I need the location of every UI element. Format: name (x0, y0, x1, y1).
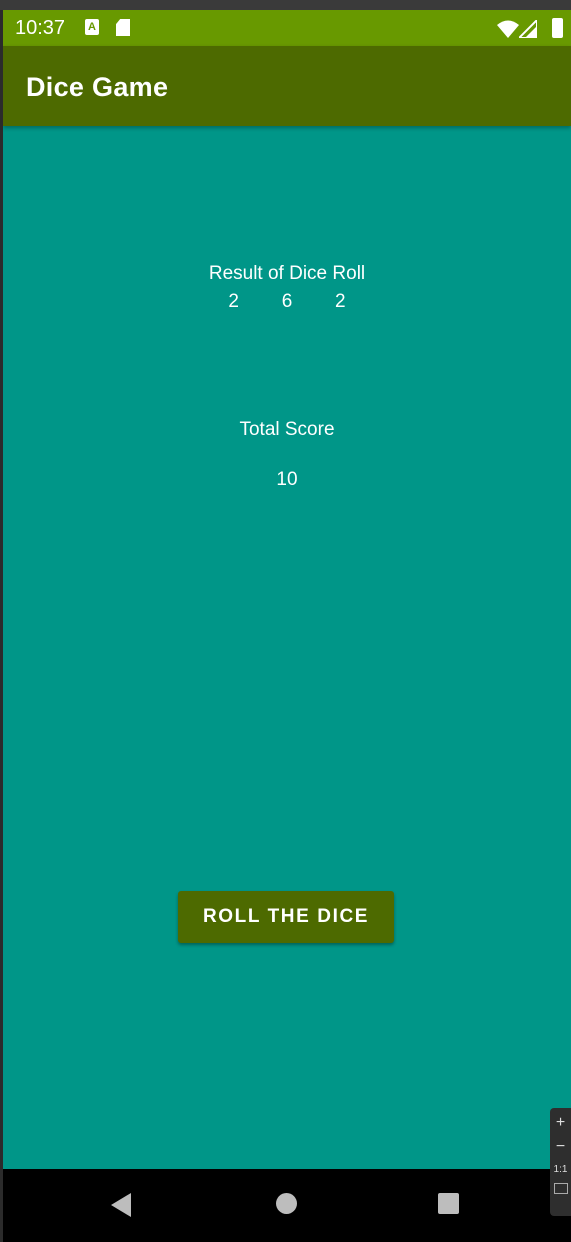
total-score-value: 10 (276, 469, 298, 490)
app-bar: Dice Game (3, 46, 571, 126)
wifi-icon (497, 20, 519, 38)
total-score-title: Total Score (239, 419, 335, 440)
zoom-ratio-button[interactable]: 1:1 (550, 1164, 571, 1175)
a-app-icon: A (85, 19, 99, 35)
dice-results: 2 6 2 (3, 291, 571, 313)
back-icon[interactable] (111, 1193, 131, 1217)
recents-icon[interactable] (438, 1193, 459, 1214)
app-title: Dice Game (26, 72, 169, 102)
zoom-in-button[interactable]: + (550, 1114, 571, 1132)
die-3-value: 2 (334, 291, 346, 312)
emulator-top-strip (0, 0, 571, 10)
signal-icon (519, 20, 537, 38)
fit-screen-icon[interactable] (553, 1183, 568, 1194)
status-bar: 10:37 A (3, 10, 571, 46)
roll-the-dice-button[interactable]: ROLL THE DICE (178, 891, 394, 943)
zoom-out-button[interactable]: − (550, 1138, 571, 1156)
die-2-value: 6 (281, 291, 293, 312)
emulator-zoom-panel: + − 1:1 (550, 1108, 571, 1216)
navigation-bar (3, 1169, 571, 1242)
die-1-value: 2 (228, 291, 239, 312)
status-time: 10:37 (15, 17, 66, 39)
phone-screen: 10:37 A Dice Game Result of Dice Roll 2 … (3, 10, 571, 1242)
battery-icon (552, 18, 563, 38)
result-title: Result of Dice Roll (208, 263, 366, 284)
sd-card-icon (116, 19, 130, 36)
main-content: Result of Dice Roll 2 6 2 Total Score 10… (3, 126, 571, 1169)
home-icon[interactable] (276, 1193, 297, 1214)
